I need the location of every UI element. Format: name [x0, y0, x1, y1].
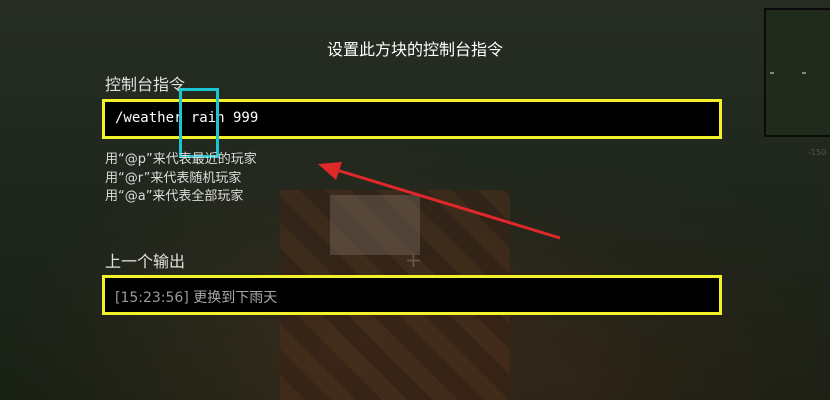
annotation-arrow-icon: [318, 162, 561, 240]
arrow-shaft: [329, 166, 561, 240]
arrow-head: [318, 162, 342, 180]
